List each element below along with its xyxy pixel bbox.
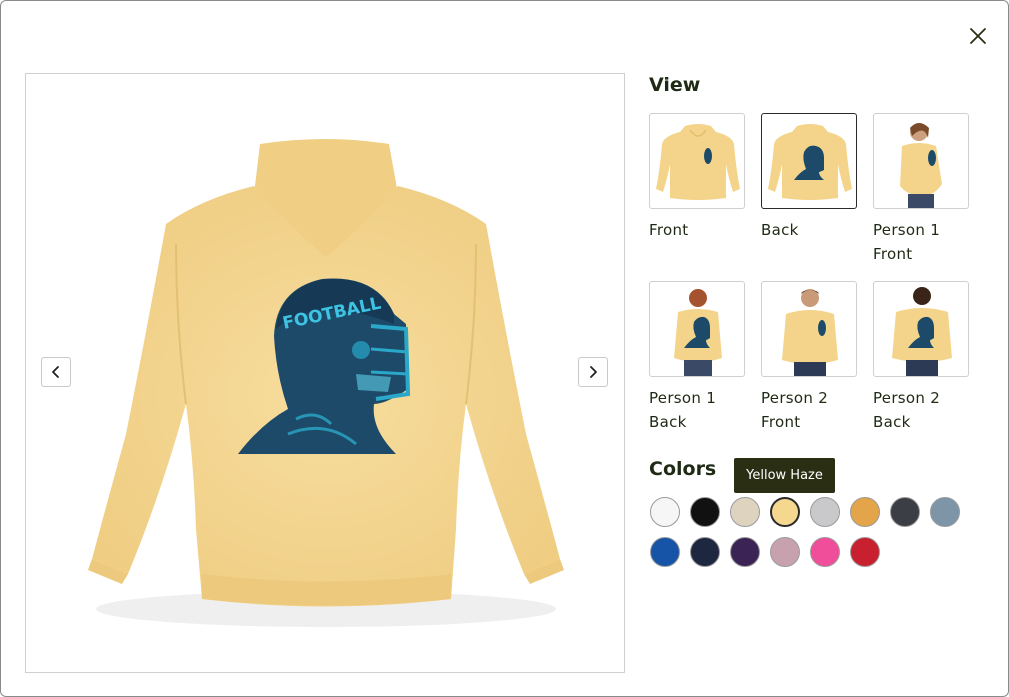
color-swatch[interactable] — [810, 537, 840, 567]
colors-section-title: Colors — [649, 458, 717, 480]
view-section-title: View — [649, 74, 701, 96]
close-button[interactable] — [965, 23, 991, 49]
hoodie-back-image: FOOTBALL — [88, 139, 564, 627]
color-swatch[interactable] — [850, 497, 880, 527]
color-swatch[interactable] — [930, 497, 960, 527]
thumb-person2-front-image — [782, 289, 838, 376]
thumb-person1-back-image — [674, 289, 722, 376]
color-swatch[interactable] — [770, 537, 800, 567]
thumb-front[interactable] — [649, 113, 745, 209]
thumb-back-image — [768, 124, 852, 200]
color-swatch[interactable] — [810, 497, 840, 527]
color-swatch[interactable] — [730, 497, 760, 527]
next-image-button[interactable] — [578, 357, 608, 387]
color-swatch[interactable] — [690, 497, 720, 527]
prev-image-button[interactable] — [41, 357, 71, 387]
thumb-person1-back[interactable] — [649, 281, 745, 377]
thumb-person1-back-label: Person 1 Back — [649, 389, 717, 431]
thumb-person1-front-label: Person 1 Front — [873, 221, 941, 263]
thumb-back[interactable] — [761, 113, 857, 209]
thumb-back-label: Back — [761, 221, 799, 239]
thumb-person2-back-image — [892, 287, 952, 376]
color-swatch[interactable] — [770, 497, 800, 527]
chevron-right-icon — [590, 366, 597, 378]
color-swatch[interactable] — [650, 537, 680, 567]
color-swatch[interactable] — [850, 537, 880, 567]
thumb-front-image — [656, 124, 740, 200]
color-swatch[interactable] — [690, 537, 720, 567]
thumb-person2-back[interactable] — [873, 281, 969, 377]
color-swatch[interactable] — [650, 497, 680, 527]
thumb-front-label: Front — [649, 221, 689, 239]
product-image-stage: FOOTBALL — [25, 73, 625, 673]
thumb-person2-front[interactable] — [761, 281, 857, 377]
thumb-person2-front-label: Person 2 Front — [761, 389, 829, 431]
chevron-left-icon — [52, 366, 59, 378]
close-icon — [970, 28, 986, 44]
thumb-person1-front[interactable] — [873, 113, 969, 209]
color-tooltip: Yellow Haze — [734, 458, 835, 493]
color-swatch[interactable] — [730, 537, 760, 567]
thumb-person1-front-image — [900, 123, 942, 208]
color-swatch[interactable] — [890, 497, 920, 527]
thumb-person2-back-label: Person 2 Back — [873, 389, 941, 431]
